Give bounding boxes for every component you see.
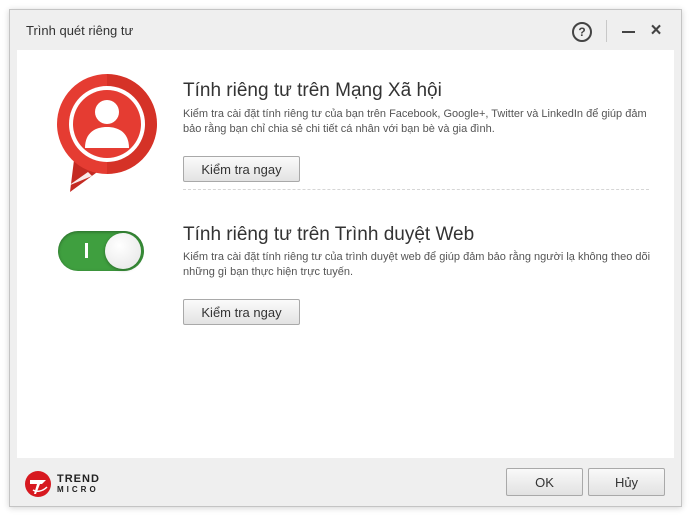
toggle-knob bbox=[105, 233, 141, 269]
social-privacy-title: Tính riêng tư trên Mạng Xã hội bbox=[183, 80, 442, 101]
section-divider bbox=[183, 189, 649, 190]
user-chat-bubble-icon bbox=[57, 74, 157, 192]
browser-check-now-button[interactable]: Kiểm tra ngay bbox=[183, 299, 300, 325]
minimize-icon[interactable] bbox=[622, 31, 635, 33]
social-privacy-section: Tính riêng tư trên Mạng Xã hội Kiểm tra … bbox=[17, 50, 674, 192]
trend-micro-logo-icon bbox=[25, 471, 51, 497]
help-icon[interactable]: ? bbox=[572, 22, 592, 42]
social-privacy-description: Kiểm tra cài đặt tính riêng tư của bạn t… bbox=[183, 108, 647, 135]
cancel-button[interactable]: Hủy bbox=[588, 468, 665, 496]
web-privacy-toggle[interactable] bbox=[58, 231, 144, 271]
browser-privacy-title: Tính riêng tư trên Trình duyệt Web bbox=[183, 224, 475, 245]
brand-micro-text: MICRO bbox=[57, 485, 99, 494]
close-icon[interactable]: × bbox=[647, 21, 665, 41]
titlebar-divider bbox=[606, 20, 607, 42]
main-content: Tính riêng tư trên Mạng Xã hội Kiểm tra … bbox=[17, 50, 674, 458]
window-title: Trình quét riêng tư bbox=[26, 23, 134, 38]
social-check-now-button[interactable]: Kiểm tra ngay bbox=[183, 156, 300, 182]
brand-trend-text: TREND bbox=[57, 473, 100, 485]
footer: TREND MICRO OK Hủy bbox=[10, 458, 681, 506]
toggle-on-indicator bbox=[85, 243, 88, 258]
ok-button[interactable]: OK bbox=[506, 468, 583, 496]
privacy-scanner-window: Trình quét riêng tư ? × Tính riêng tư tr… bbox=[9, 9, 682, 507]
browser-privacy-description: Kiểm tra cài đặt tính riêng tư của trình… bbox=[183, 251, 651, 278]
title-bar: Trình quét riêng tư ? × bbox=[10, 10, 681, 50]
